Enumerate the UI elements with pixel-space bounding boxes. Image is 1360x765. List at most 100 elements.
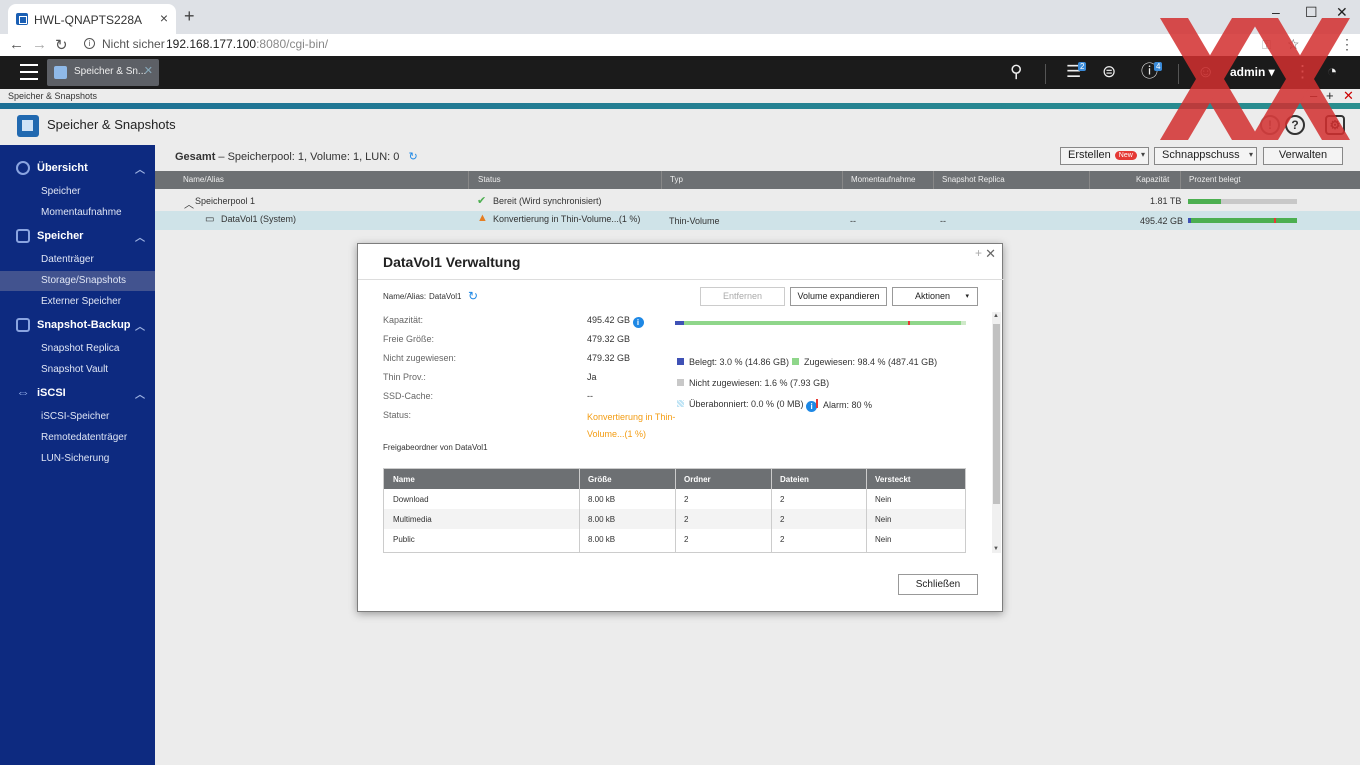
sidebar-section-speicher[interactable]: Speicher ︿ [0, 226, 155, 248]
share-hidden: Nein [875, 515, 892, 524]
back-icon[interactable]: ← [9, 36, 24, 53]
sidebar-item-remotedatentraeger[interactable]: Remotedatenträger [0, 428, 155, 448]
new-tab-icon[interactable]: + [184, 6, 195, 27]
col-header: Kapazität [1136, 175, 1170, 184]
col-header: Name/Alias [183, 175, 224, 184]
sidebar-item-externer-speicher[interactable]: Externer Speicher [0, 292, 155, 312]
maximize-dialog-icon[interactable]: + [975, 246, 982, 260]
not-secure-label: Nicht sicher [102, 37, 165, 51]
remove-button[interactable]: Entfernen [700, 287, 785, 306]
sidebar: Übersicht ︿ Speicher Momentaufnahme Spei… [0, 145, 155, 765]
chevron-up-icon[interactable]: ︿ [135, 318, 145, 333]
legend-alarm-text: Alarm: 80 % [823, 400, 873, 410]
sidebar-item-momentaufnahme[interactable]: Momentaufnahme [0, 203, 155, 223]
browser-tab[interactable]: HWL-QNAPTS228A × [8, 4, 176, 34]
alarm-swatch [816, 399, 818, 408]
chevron-up-icon[interactable]: ︿ [135, 161, 145, 176]
info-icon[interactable]: i [632, 317, 644, 328]
create-button[interactable]: Erstellen New ▾ [1060, 147, 1149, 165]
sidebar-section-snapshot-backup[interactable]: Snapshot-Backup ︿ [0, 315, 155, 337]
legend-assigned-text: Zugewiesen: 98.4 % (487.41 GB) [804, 357, 938, 367]
scrollbar-thumb[interactable] [993, 324, 1000, 504]
col-header: Typ [670, 175, 683, 184]
app-window-header: Speicher & Snapshots – + ✕ [0, 88, 1360, 104]
manage-button[interactable]: Verwalten [1263, 147, 1343, 165]
sidebar-item-datentraeger[interactable]: Datenträger [0, 250, 155, 270]
close-window-icon[interactable]: ✕ [1336, 4, 1348, 21]
close-dialog-icon[interactable]: ✕ [985, 246, 996, 262]
snapshot-button[interactable]: Schnappschuss ▾ [1154, 147, 1257, 165]
expand-volume-button[interactable]: Volume expandieren [790, 287, 887, 306]
refresh-icon[interactable]: ↻ [408, 151, 417, 163]
divider [866, 469, 867, 552]
forward-icon[interactable]: → [32, 36, 47, 53]
chevron-up-icon[interactable]: ︿ [135, 229, 145, 244]
summary-line: Gesamt – Speicherpool: 1, Volume: 1, LUN… [175, 150, 418, 163]
summary-label: Gesamt [175, 151, 216, 163]
sidebar-section-overview[interactable]: Übersicht ︿ [0, 158, 155, 180]
reload-icon[interactable]: ↻ [55, 36, 68, 54]
url-text[interactable]: 192.168.177.100:8080/cgi-bin/ [166, 37, 328, 51]
sidebar-item-snapshot-vault[interactable]: Snapshot Vault [0, 360, 155, 380]
main-menu-icon[interactable] [20, 64, 38, 80]
legend-unassigned-text: Nicht zugewiesen: 1.6 % (7.93 GB) [689, 378, 830, 388]
close-app-tab-icon[interactable]: ✕ [144, 64, 153, 77]
field-value-capacity: 495.42 GB i [587, 315, 644, 328]
more-options-icon[interactable]: ⋮ [1294, 62, 1311, 82]
key-icon[interactable]: ⚿ [1262, 38, 1271, 53]
minimize-app-icon[interactable]: – [1310, 88, 1317, 103]
maximize-app-icon[interactable]: + [1326, 88, 1334, 103]
qts-top-bar: Speicher & Sn... ✕ ⚲ ☰ 2 ⊜ ⓘ 4 ☺ admin ▾… [0, 56, 1360, 89]
help-icon[interactable]: ? [1285, 115, 1305, 135]
usage-bar [1188, 199, 1297, 204]
close-tab-icon[interactable]: × [160, 10, 168, 26]
sidebar-item-storage-snapshots[interactable]: Storage/Snapshots [0, 271, 155, 291]
field-value: -- [587, 391, 593, 401]
browser-menu-icon[interactable]: ⋮ [1340, 36, 1354, 53]
field-value: Ja [587, 372, 597, 382]
bug-report-icon[interactable]: ! [1260, 115, 1280, 135]
sidebar-item-speicher-overview[interactable]: Speicher [0, 182, 155, 202]
external-device-icon[interactable]: ⊜ [1102, 62, 1116, 82]
share-name: Multimedia [393, 515, 432, 524]
sidebar-item-label: Remotedatenträger [41, 432, 128, 443]
table-row[interactable]: ︿ Speicherpool 1 ✔ Bereit (Wird synchron… [155, 192, 1360, 211]
capacity-value: 495.42 GB [587, 315, 631, 325]
maximize-icon[interactable]: ☐ [1305, 4, 1318, 21]
chevron-up-icon[interactable]: ︿ [135, 386, 145, 401]
bookmark-star-icon[interactable]: ☆ [1287, 36, 1300, 53]
search-icon[interactable]: ⚲ [1010, 62, 1022, 82]
share-files: 2 [780, 515, 785, 524]
storage-icon [16, 229, 30, 243]
browser-tab-strip: HWL-QNAPTS228A × + – ☐ ✕ [0, 0, 1360, 34]
new-badge: New [1114, 150, 1137, 160]
rename-refresh-icon[interactable]: ↻ [468, 289, 478, 303]
app-taskbar-tab[interactable]: Speicher & Sn... ✕ [47, 59, 159, 86]
assigned-fill [675, 321, 962, 325]
sidebar-item-iscsi-speicher[interactable]: iSCSI-Speicher [0, 407, 155, 427]
sidebar-item-lun-sicherung[interactable]: LUN-Sicherung [0, 449, 155, 469]
settings-gear-icon[interactable]: ⚙ [1325, 115, 1345, 135]
field-label: Thin Prov.: [383, 372, 426, 382]
minimize-icon[interactable]: – [1272, 4, 1280, 20]
close-button[interactable]: Schließen [898, 574, 978, 595]
sidebar-section-iscsi[interactable]: ⇔ iSCSI ︿ [0, 383, 155, 405]
row-capacity: 495.42 GB [1140, 216, 1184, 226]
user-avatar-icon[interactable]: ☺ [1197, 62, 1214, 82]
info-icon[interactable]: i [84, 38, 95, 49]
share-name: Public [393, 535, 415, 544]
table-row-selected[interactable]: ▭ DataVol1 (System) ▲ Konvertierung in T… [155, 211, 1360, 230]
share-size: 8.00 kB [588, 515, 616, 524]
scroll-up-icon[interactable]: ▲ [993, 313, 999, 319]
user-menu[interactable]: admin ▾ [1230, 65, 1275, 79]
actions-button[interactable]: Aktionen ▾ [892, 287, 978, 306]
volume-management-dialog: DataVol1 Verwaltung + ✕ Name/Alias: Data… [357, 243, 1004, 612]
close-app-icon[interactable]: ✕ [1343, 88, 1354, 104]
dialog-scrollbar[interactable]: ▲ ▼ [992, 312, 1001, 553]
sidebar-item-snapshot-replica[interactable]: Snapshot Replica [0, 339, 155, 359]
volume-disk-icon: ▭ [205, 214, 215, 225]
dialog-title: DataVol1 Verwaltung [383, 254, 521, 270]
scroll-down-icon[interactable]: ▼ [993, 546, 999, 552]
expand-chevron-icon[interactable]: ︿ [184, 196, 194, 211]
dashboard-icon[interactable]: ◔ [1327, 62, 1337, 82]
